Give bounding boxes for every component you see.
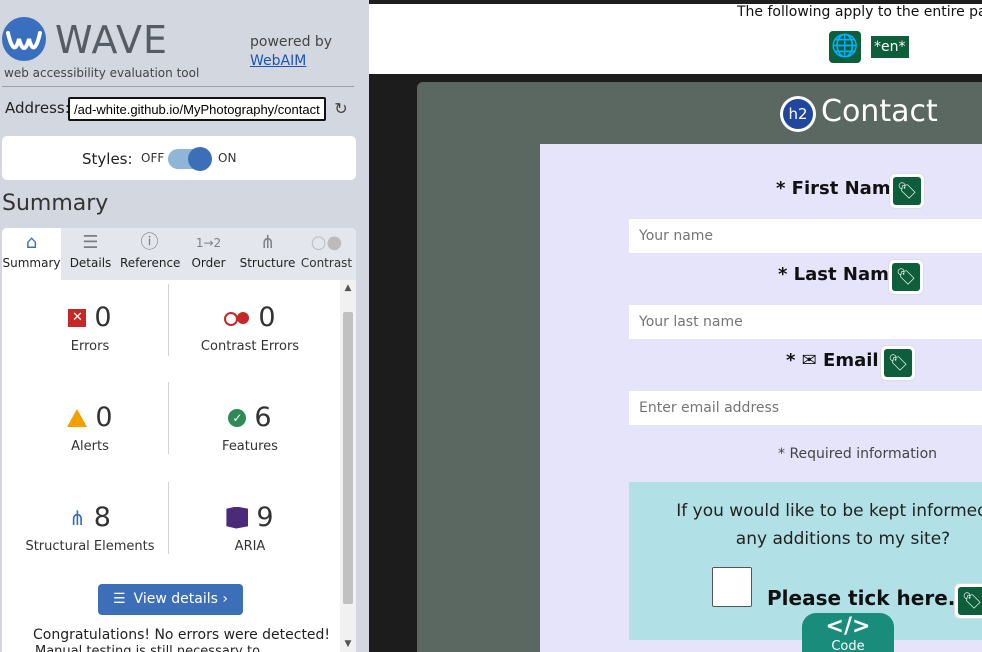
styles-label: Styles: <box>82 150 133 168</box>
info-icon: ⓘ <box>140 232 159 253</box>
styles-off-label: OFF <box>141 151 165 165</box>
list-icon: ☰ <box>113 591 126 607</box>
feature-check-icon: ✓ <box>228 408 247 427</box>
alerts-label: Alerts <box>71 439 109 454</box>
h2-badge: h2 <box>783 99 813 129</box>
aria-card[interactable]: 9 ARIA <box>170 502 330 592</box>
tag-icon: 🏷 <box>893 177 921 205</box>
h2-heading-icon[interactable]: h2 <box>780 96 816 132</box>
alerts-card[interactable]: 0 Alerts <box>10 402 170 492</box>
panel-scrollbar[interactable]: ▲ ▼ <box>340 280 356 652</box>
tab-label: Structure <box>239 256 296 270</box>
scroll-up-icon[interactable]: ▲ <box>340 280 356 296</box>
alert-icon <box>67 408 88 427</box>
wave-sidebar: WAVE web accessibility evaluation tool p… <box>0 0 369 652</box>
scroll-down-icon[interactable]: ▼ <box>340 636 356 652</box>
tab-bar: ⌂ Summary ☰ Details ⓘ Reference 1→2 Orde… <box>2 228 356 280</box>
structural-count: 8 <box>93 502 111 533</box>
tab-label: Contrast <box>300 256 353 270</box>
aria-label: ARIA <box>234 539 266 554</box>
tab-label: Details <box>69 256 112 270</box>
wave-logo-text: WAVE <box>55 18 169 62</box>
first-name-input[interactable] <box>629 219 982 253</box>
styles-toggle-box: Styles: OFF ON <box>2 136 356 180</box>
label-tag-icon[interactable]: 🏷 <box>955 584 982 618</box>
tag-icon: 🏷 <box>884 349 912 377</box>
tab-order[interactable]: 1→2 Order <box>179 228 238 280</box>
label-tag-icon[interactable]: 🏷 <box>889 260 923 294</box>
styles-toggle[interactable] <box>168 147 212 171</box>
divider <box>2 86 354 87</box>
last-name-input[interactable] <box>629 305 982 339</box>
summary-panel: ⌂ Summary ☰ Details ⓘ Reference 1→2 Orde… <box>2 228 356 652</box>
contrast-errors-label: Contrast Errors <box>200 339 300 354</box>
home-icon: ⌂ <box>25 232 38 253</box>
address-input[interactable] <box>68 97 326 121</box>
error-icon: ✕ <box>68 308 87 327</box>
order-icon: 1→2 <box>195 236 222 250</box>
structure-icon: ⋔ <box>69 505 86 530</box>
tab-label: Order <box>191 256 226 270</box>
features-card[interactable]: ✓ 6 Features <box>170 402 330 492</box>
newsletter-checkbox[interactable] <box>712 567 752 607</box>
contrast-icon: ○● <box>310 232 343 253</box>
language-badge[interactable]: *en* <box>871 36 909 58</box>
aria-count: 9 <box>256 502 274 533</box>
structural-card[interactable]: ⋔ 8 Structural Elements <box>10 502 170 592</box>
styles-on-label: ON <box>218 151 237 165</box>
tag-icon: 🏷 <box>958 587 982 615</box>
view-details-button[interactable]: ☰ View details › <box>98 584 243 615</box>
tab-structure[interactable]: ⋔ Structure <box>238 228 297 280</box>
tab-label: Summary <box>2 256 61 270</box>
features-label: Features <box>222 439 278 454</box>
manual-testing-note: Manual testing is still necessary to <box>35 644 261 652</box>
contact-title: Contact <box>821 94 938 129</box>
code-toggle-button[interactable]: </> Code <box>802 613 894 652</box>
tab-details[interactable]: ☰ Details <box>61 228 120 280</box>
list-icon: ☰ <box>82 232 99 253</box>
tick-label: Please tick here... ✓ <box>767 586 982 610</box>
required-note: * Required information <box>778 446 938 462</box>
wave-logo-icon <box>2 17 46 61</box>
tab-summary[interactable]: ⌂ Summary <box>2 228 61 280</box>
tab-label: Reference <box>120 256 181 270</box>
webaim-link[interactable]: WebAIM <box>250 53 306 69</box>
newsletter-question: If you would like to be kept informed of… <box>676 501 982 549</box>
aria-cube-icon <box>226 506 249 529</box>
alerts-count: 0 <box>95 402 113 433</box>
tag-icon: 🏷 <box>892 263 920 291</box>
email-input[interactable] <box>629 391 982 425</box>
errors-card[interactable]: ✕ 0 Errors <box>10 302 170 392</box>
congrats-message: Congratulations! No errors were detected… <box>33 627 331 643</box>
page-notice: The following apply to the entire page <box>737 4 982 20</box>
contrast-errors-card[interactable]: 0 Contrast Errors <box>170 302 330 392</box>
contrast-errors-count: 0 <box>258 302 276 333</box>
errors-label: Errors <box>70 339 110 354</box>
label-tag-icon[interactable]: 🏷 <box>881 346 915 380</box>
label-tag-icon[interactable]: 🏷 <box>890 174 924 208</box>
toggle-knob <box>188 147 212 171</box>
address-label: Address: <box>5 99 70 117</box>
powered-by: powered by WebAIM <box>250 33 332 71</box>
email-label: * ✉ Email: <box>786 350 886 371</box>
view-details-label: View details › <box>133 591 228 607</box>
code-icon: </> <box>825 614 871 639</box>
globe-icon[interactable]: 🌐 <box>829 31 861 63</box>
structural-label: Structural Elements <box>25 539 155 554</box>
wave-tagline: web accessibility evaluation tool <box>4 66 200 80</box>
reload-icon[interactable]: ↻ <box>330 98 352 120</box>
structure-icon: ⋔ <box>259 232 276 253</box>
tab-reference[interactable]: ⓘ Reference <box>120 228 181 280</box>
features-count: 6 <box>254 402 272 433</box>
scroll-thumb[interactable] <box>343 312 353 604</box>
tab-contrast[interactable]: ○● Contrast <box>297 228 356 280</box>
summary-heading: Summary <box>2 191 109 216</box>
powered-by-text: powered by <box>250 34 333 50</box>
errors-count: 0 <box>94 302 112 333</box>
code-label: Code <box>831 639 865 652</box>
contrast-error-icon <box>224 311 250 326</box>
